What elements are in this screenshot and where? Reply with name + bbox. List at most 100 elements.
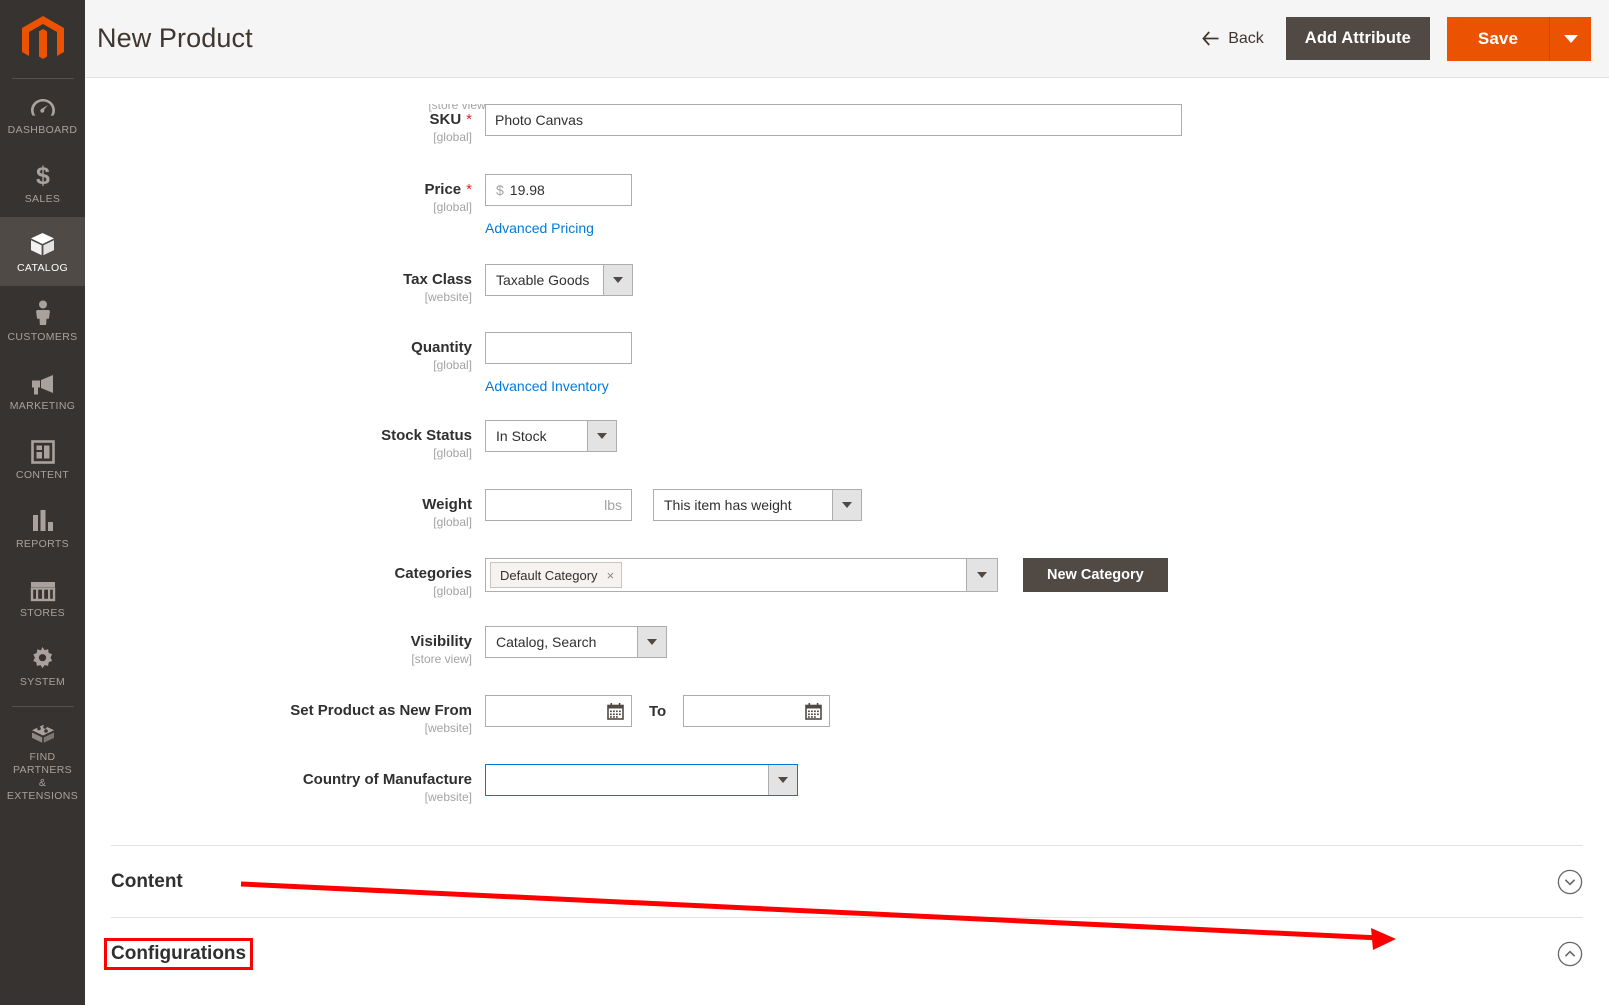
field-control-col: Taxable Goods [485, 264, 1609, 296]
new-category-button[interactable]: New Category [1023, 558, 1168, 592]
calendar-icon[interactable] [805, 702, 823, 720]
section-content-header[interactable]: Content [111, 846, 1583, 917]
magento-logo[interactable] [0, 0, 85, 78]
sidebar-item-label: CUSTOMERS [7, 331, 78, 343]
sidebar-item-system[interactable]: SYSTEM [0, 631, 85, 700]
field-label: Weight [422, 496, 472, 513]
categories-select[interactable]: Default Category × [485, 558, 998, 592]
add-attribute-button[interactable]: Add Attribute [1285, 17, 1430, 60]
field-tax-class: Tax Class [website] Taxable Goods [85, 264, 1609, 305]
sidebar-item-label: CATALOG [16, 262, 69, 274]
country-of-manufacture-value [486, 765, 768, 795]
field-label-col: Stock Status [global] [85, 420, 485, 461]
sidebar-item-marketing[interactable]: MARKETING [0, 355, 85, 424]
sidebar-item-label: REPORTS [15, 538, 70, 550]
field-control-col: $ Advanced Pricing [485, 174, 1609, 238]
sidebar-item-stores[interactable]: STORES [0, 562, 85, 631]
categories-token-list: Default Category × [486, 559, 966, 591]
chevron-down-icon [603, 265, 632, 295]
has-weight-select[interactable]: This item has weight [653, 489, 862, 521]
section-configurations: Configurations Configurable products all… [103, 917, 1583, 1005]
advanced-inventory-link[interactable]: Advanced Inventory [485, 378, 609, 394]
field-categories: Categories [global] Default Category × N… [85, 558, 1609, 599]
admin-sidebar: DASHBOARD $ SALES CATALOG CUSTOMERS MARK… [0, 0, 85, 1005]
header-actions: Back Add Attribute Save [1196, 16, 1591, 61]
field-control-col: Catalog, Search [485, 626, 1609, 658]
scope-label: [global] [433, 200, 472, 214]
field-label: Tax Class [403, 271, 472, 288]
section-title: Content [111, 871, 183, 892]
sidebar-item-reports[interactable]: REPORTS [0, 493, 85, 562]
calendar-icon[interactable] [607, 702, 624, 720]
section-configurations-header[interactable]: Configurations [103, 918, 1583, 989]
caret-down-icon [1563, 34, 1578, 43]
scope-label: [website] [424, 790, 472, 804]
back-button[interactable]: Back [1196, 24, 1286, 54]
field-label-col: SKU * [global] [85, 104, 485, 145]
megaphone-icon [29, 368, 57, 395]
chevron-down-icon [637, 627, 666, 657]
chevron-down-icon [966, 559, 997, 591]
sidebar-item-dashboard[interactable]: DASHBOARD [0, 79, 85, 148]
save-options-toggle-button[interactable] [1549, 16, 1591, 61]
chevron-down-icon [832, 490, 861, 520]
stock-status-select[interactable]: In Stock [485, 420, 617, 452]
field-stock-status: Stock Status [global] In Stock [85, 420, 1609, 461]
layout-page-icon [30, 437, 55, 464]
advanced-pricing-link[interactable]: Advanced Pricing [485, 220, 594, 236]
field-label-col: Country of Manufacture [website] [85, 764, 485, 805]
tax-class-select[interactable]: Taxable Goods [485, 264, 633, 296]
sku-input[interactable] [485, 104, 1182, 136]
field-label: Stock Status [381, 427, 472, 444]
chevron-up-circle-icon[interactable] [1557, 941, 1583, 967]
sidebar-item-content[interactable]: CONTENT [0, 424, 85, 493]
scope-label: [global] [433, 584, 472, 598]
stock-status-value: In Stock [486, 421, 587, 451]
field-price: Price* [global] $ Advanced Pricing [85, 174, 1609, 238]
currency-symbol: $ [496, 182, 504, 198]
field-control-col: In Stock [485, 420, 1609, 452]
field-label: Price * [424, 181, 472, 198]
category-token[interactable]: Default Category × [490, 562, 623, 588]
main-content: New Product Back Add Attribute Save [sto… [85, 0, 1609, 1005]
sidebar-item-sales[interactable]: $ SALES [0, 148, 85, 217]
scope-label: [website] [424, 721, 472, 735]
field-visibility: Visibility [store view] Catalog, Search [85, 626, 1609, 667]
field-sku: SKU * [global] [85, 104, 1609, 145]
tax-class-value: Taxable Goods [486, 265, 603, 295]
field-label: SKU * [429, 111, 472, 128]
back-button-label: Back [1228, 29, 1264, 47]
price-input[interactable] [509, 182, 610, 198]
sidebar-item-customers[interactable]: CUSTOMERS [0, 286, 85, 355]
app-root: DASHBOARD $ SALES CATALOG CUSTOMERS MARK… [0, 0, 1609, 1005]
sidebar-item-label: SALES [24, 193, 61, 205]
field-weight: Weight [global] lbs This item has weight [85, 489, 1609, 530]
save-button[interactable]: Save [1446, 16, 1549, 61]
category-token-label: Default Category [500, 567, 598, 583]
svg-text:$: $ [36, 162, 50, 188]
required-marker: * [466, 111, 472, 128]
page-header: New Product Back Add Attribute Save [85, 0, 1609, 78]
section-configurations-body: Configurable products allow customers to… [111, 989, 1583, 1005]
sidebar-item-label: FIND PARTNERS & EXTENSIONS [6, 751, 79, 802]
field-label-col: Price * [global] [85, 174, 485, 215]
field-label-col: Weight [global] [85, 489, 485, 530]
chevron-down-circle-icon[interactable] [1557, 869, 1583, 895]
close-icon[interactable]: × [607, 569, 615, 582]
required-marker: * [466, 181, 472, 198]
country-of-manufacture-select[interactable] [485, 764, 798, 796]
sidebar-item-find-partners-extensions[interactable]: FIND PARTNERS & EXTENSIONS [0, 707, 85, 815]
field-label-col: Tax Class [website] [85, 264, 485, 305]
field-country-of-manufacture: Country of Manufacture [website] [85, 764, 1609, 805]
gear-icon [30, 644, 55, 671]
weight-input[interactable] [485, 489, 632, 521]
sidebar-item-label: STORES [19, 607, 66, 619]
field-label-col: Visibility [store view] [85, 626, 485, 667]
visibility-select[interactable]: Catalog, Search [485, 626, 667, 658]
dashboard-gauge-icon [30, 92, 56, 119]
quantity-input[interactable] [485, 332, 632, 364]
new-from-date-wrapper [485, 695, 632, 727]
bar-chart-icon [31, 506, 55, 533]
sidebar-item-catalog[interactable]: CATALOG [0, 217, 85, 286]
section-title: Configurations [103, 938, 254, 970]
